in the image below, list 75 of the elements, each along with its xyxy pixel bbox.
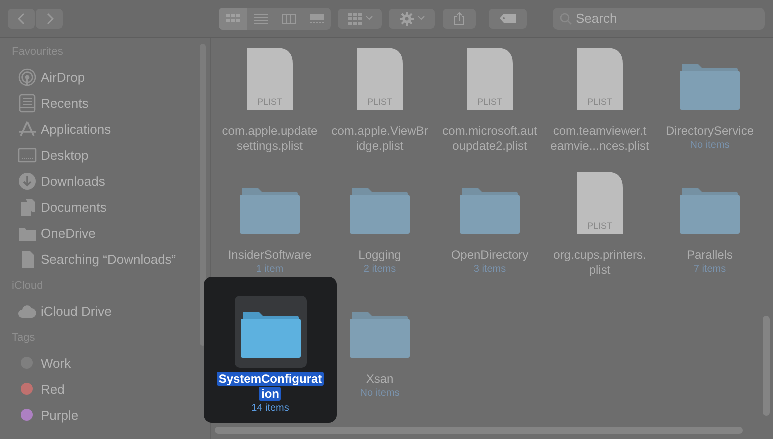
- item-count: 1 item: [256, 264, 284, 275]
- item-count: 7 items: [694, 264, 726, 275]
- file-name[interactable]: com.apple.update settings.plist: [222, 124, 318, 154]
- sidebar-item[interactable]: Recents: [12, 90, 194, 116]
- scroll-bar[interactable]: [200, 44, 206, 346]
- document-icon: [357, 48, 403, 110]
- folder-icon: [350, 186, 410, 234]
- sidebar-item[interactable]: Downloads: [12, 168, 194, 194]
- documents-icon: [18, 198, 37, 216]
- folder-icon: [240, 186, 300, 234]
- chevron-down-icon: [418, 16, 424, 21]
- folder-icon: [460, 186, 520, 234]
- grid-icon: [348, 12, 362, 24]
- folder-icon: [350, 310, 410, 358]
- sidebar-item[interactable]: OneDrive: [12, 220, 194, 246]
- file-name[interactable]: DirectoryService: [666, 124, 754, 139]
- item-count: No items: [360, 388, 400, 399]
- document-icon: [577, 48, 623, 110]
- sidebar-item[interactable]: AirDrop: [12, 64, 194, 90]
- file-name[interactable]: Parallels: [686, 248, 734, 263]
- forward-button[interactable]: [36, 8, 63, 28]
- tag-icon: [500, 14, 516, 23]
- sidebar-item[interactable]: Purple: [12, 402, 194, 428]
- share-button[interactable]: [443, 8, 476, 28]
- sidebar-item[interactable]: iCloud Drive: [12, 298, 194, 324]
- document-icon: [467, 48, 513, 110]
- file-name[interactable]: com.teamviewer.t eamvie...nces.plist: [550, 124, 650, 154]
- tag-button[interactable]: [489, 8, 527, 28]
- folder-icon: [680, 62, 740, 110]
- group-button[interactable]: [338, 8, 382, 28]
- file-name[interactable]: com.microsoft.aut oupdate2.plist: [442, 124, 538, 154]
- file-item[interactable]: OpenDirectory 3 items: [435, 172, 545, 275]
- chevron-left-icon: [18, 12, 26, 24]
- item-count: 14 items: [252, 403, 290, 414]
- gear-icon: [400, 12, 414, 26]
- folder-icon: [240, 310, 300, 358]
- icon-view-icon: [226, 14, 240, 24]
- file-item[interactable]: DirectoryService No items: [655, 48, 765, 151]
- sidebar-item[interactable]: Work: [12, 350, 194, 376]
- airdrop-icon: [18, 68, 37, 86]
- document-icon: [577, 172, 623, 234]
- item-count: 2 items: [364, 264, 396, 275]
- icon-view-button[interactable]: [219, 8, 247, 30]
- chevron-right-icon: [46, 12, 54, 24]
- sidebar-item[interactable]: Red: [12, 376, 194, 402]
- sidebar-item[interactable]: Applications: [12, 116, 194, 142]
- file-item[interactable]: Parallels 7 items: [655, 172, 765, 275]
- search-field[interactable]: Search: [553, 8, 765, 30]
- download-icon: [18, 172, 37, 190]
- sidebar-item[interactable]: Searching “Downloads”: [12, 246, 194, 272]
- item-count: No items: [690, 140, 730, 151]
- file-item[interactable]: SystemConfigurat ion 14 items: [204, 277, 337, 423]
- share-icon: [454, 12, 465, 26]
- file-item[interactable]: InsiderSoftware 1 item: [215, 172, 325, 275]
- file-name[interactable]: OpenDirectory: [451, 248, 529, 263]
- file-name[interactable]: Xsan: [366, 372, 394, 387]
- column-view-icon: [282, 14, 296, 24]
- file-name[interactable]: Logging: [358, 248, 402, 263]
- file-item[interactable]: Logging 2 items: [325, 172, 435, 275]
- file-name[interactable]: SystemConfigurat ion: [216, 372, 324, 402]
- chevron-down-icon: [366, 16, 372, 21]
- gallery-view-icon: [310, 14, 324, 24]
- sidebar-item[interactable]: Desktop: [12, 142, 194, 168]
- file-name[interactable]: InsiderSoftware: [228, 248, 312, 263]
- settings-button[interactable]: [389, 8, 435, 28]
- app-store-icon: [18, 120, 37, 138]
- file-name[interactable]: com.apple.ViewBr idge.plist: [332, 124, 428, 154]
- list-view-icon: [254, 14, 268, 24]
- desktop-icon: [18, 146, 37, 164]
- sidebar-item[interactable]: Documents: [12, 194, 194, 220]
- back-button[interactable]: [8, 8, 35, 28]
- document-icon: [247, 48, 293, 110]
- folder-icon: [680, 186, 740, 234]
- item-count: 3 items: [474, 264, 506, 275]
- file-name[interactable]: org.cups.printers. plist: [554, 248, 646, 278]
